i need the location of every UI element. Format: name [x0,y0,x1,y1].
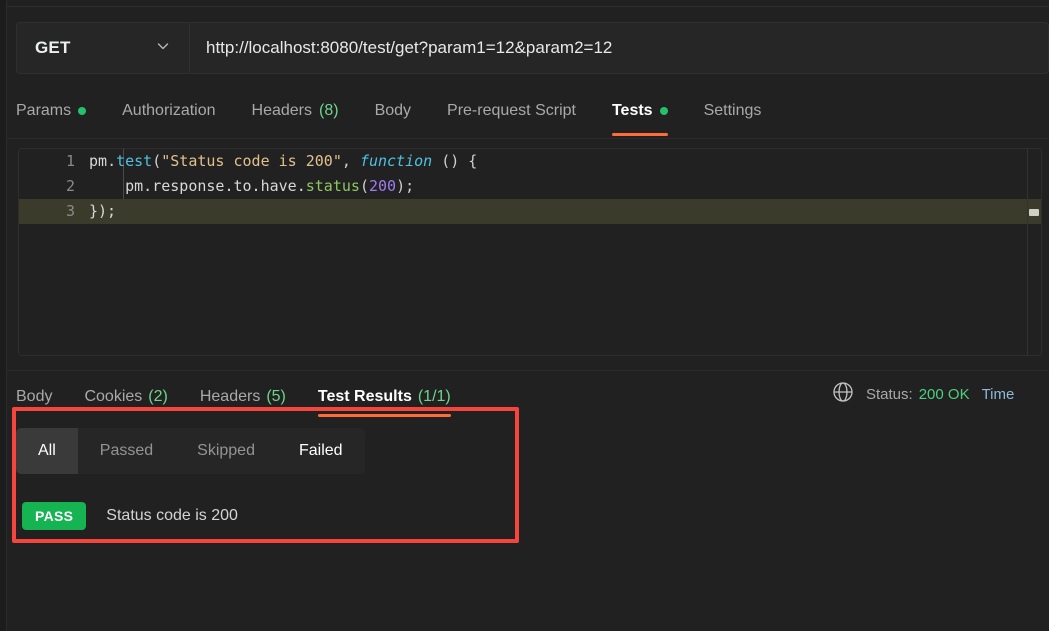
url-text: http://localhost:8080/test/get?param1=12… [206,38,613,57]
request-tab-bar: Params Authorization Headers (8) Body Pr… [16,92,1049,138]
tab-pre-request-script[interactable]: Pre-request Script [447,92,576,130]
filter-skipped[interactable]: Skipped [175,428,277,474]
chevron-down-icon [155,38,171,59]
http-method-dropdown[interactable]: GET [17,23,190,73]
response-tab-test-results[interactable]: Test Results (1/1) [317,382,451,417]
tab-settings-label: Settings [703,102,762,119]
response-status-bar: Status: 200 OK Time [832,379,1049,409]
response-tab-test-results-label: Test Results [317,388,412,405]
tab-body[interactable]: Body [375,92,411,130]
code-area[interactable]: 1 pm.test("Status code is 200", function… [19,149,1041,224]
response-tab-cookies-label: Cookies [84,388,143,405]
globe-icon[interactable] [832,381,854,407]
token-dot: . [107,152,117,170]
tab-headers-count: (8) [319,102,339,119]
filter-passed[interactable]: Passed [78,428,175,474]
tab-headers-label: Headers [251,102,312,119]
line-number: 1 [65,152,75,170]
url-input[interactable]: http://localhost:8080/test/get?param1=12… [190,23,1048,73]
token-tail: () { [432,152,478,170]
editor-scrollbar[interactable] [1027,149,1041,355]
response-divider [7,370,1049,371]
response-tab-active-underline [317,414,451,417]
code-line-active: 3 }); [19,199,1041,224]
token-close-paren: ); [396,177,415,195]
response-tab-cookies[interactable]: Cookies (2) [84,382,167,412]
code-line: 2 pm.response.to.have.status(200); [19,174,1041,199]
tab-tests-active-underline [611,133,668,136]
tab-authorization[interactable]: Authorization [122,92,215,130]
time-label: Time [981,385,1015,403]
tests-modified-dot [659,107,668,115]
filter-all-label: All [38,442,56,459]
code-line-1-text: pm.test("Status code is 200", function (… [89,149,477,174]
response-tab-body[interactable]: Body [16,382,52,412]
status-label: Status: [866,385,913,403]
token-chain: pm.response.to.have. [125,177,306,195]
status-badge: PASS [22,502,87,530]
token-open-paren: ( [359,177,369,195]
token-function-keyword: function [359,152,433,170]
test-result-name: Status code is 200 [106,507,238,524]
token-string: "Status code is 200" [161,152,342,170]
tab-tests[interactable]: Tests [611,92,668,136]
line-number: 2 [65,177,75,195]
filter-passed-label: Passed [99,442,154,459]
tab-body-label: Body [374,102,412,119]
tests-code-editor[interactable]: 1 pm.test("Status code is 200", function… [18,148,1042,356]
code-line-2-text: pm.response.to.have.status(200); [89,174,414,199]
filter-all[interactable]: All [16,428,78,474]
left-gutter-strip [0,0,7,631]
test-filter-bar: All Passed Skipped Failed [16,428,365,474]
params-modified-dot [78,107,87,115]
request-tabs-divider [7,138,1049,139]
token-test: test [116,152,153,170]
response-tab-headers-count: (5) [266,388,286,405]
filter-skipped-label: Skipped [197,442,255,459]
token-pm: pm [89,152,108,170]
tab-params[interactable]: Params [16,92,87,130]
response-tab-test-results-count: (1/1) [417,388,451,405]
tab-headers[interactable]: Headers (8) [252,92,339,130]
editor-scrollbar-thumb[interactable] [1029,209,1039,216]
filter-failed[interactable]: Failed [277,428,365,474]
tab-params-label: Params [16,102,72,119]
test-result-row: PASS Status code is 200 [22,502,238,530]
request-url-row: GET http://localhost:8080/test/get?param… [16,22,1049,74]
token-number: 200 [368,177,397,195]
token-status: status [305,177,360,195]
response-tab-body-label: Body [16,388,53,405]
filter-failed-label: Failed [298,442,343,459]
response-tab-headers[interactable]: Headers (5) [200,382,286,412]
response-tab-bar: Body Cookies (2) Headers (5) Test Result… [16,379,483,417]
line-number: 3 [65,202,75,220]
top-divider [7,6,1049,7]
tab-pre-request-script-label: Pre-request Script [447,102,576,119]
postman-request-window: GET http://localhost:8080/test/get?param… [0,0,1049,631]
tab-authorization-label: Authorization [122,102,216,119]
token-comma: , [341,152,360,170]
token-paren: ( [152,152,162,170]
tab-tests-label: Tests [611,102,653,119]
code-line-3-text: }); [89,202,117,220]
response-tab-cookies-count: (2) [148,388,168,405]
http-method-label: GET [35,38,71,57]
response-tab-headers-label: Headers [199,388,261,405]
code-line: 1 pm.test("Status code is 200", function… [19,149,1041,174]
tab-settings[interactable]: Settings [704,92,762,130]
status-value: 200 OK [918,385,970,403]
